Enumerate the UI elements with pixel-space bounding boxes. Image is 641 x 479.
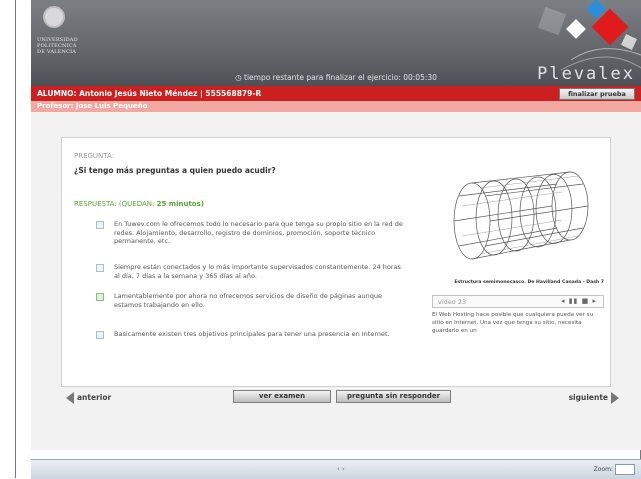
- option-text: Basicamente existen tres objetivos princ…: [114, 330, 390, 338]
- university-crest-icon: [43, 6, 65, 28]
- answer-option[interactable]: En Tuwev.com le ofrecemos todo lo necesa…: [96, 220, 403, 254]
- option-checkbox[interactable]: [96, 293, 104, 301]
- option-text: En Tuwev.com le ofrecemos todo lo necesa…: [114, 220, 403, 245]
- image-caption: Estructura semimonocasco. De Havilland C…: [454, 280, 604, 285]
- unanswered-question-button[interactable]: pregunta sin responder: [336, 390, 451, 403]
- student-bar: ALUMNO: Antonio Jesús Nieto Méndez | 555…: [31, 86, 641, 101]
- clock-icon: ◷: [235, 73, 242, 82]
- view-exam-button[interactable]: ver examen: [233, 390, 331, 403]
- zoom-select[interactable]: [615, 464, 635, 475]
- answer-option[interactable]: Basicamente existen tres objetivos princ…: [96, 330, 396, 350]
- scroll-arrows-icon[interactable]: ‹ ›: [337, 465, 345, 473]
- option-checkbox[interactable]: [96, 221, 104, 229]
- video-description: El Web Hosting hace posible que cualquie…: [432, 312, 594, 334]
- answer-option[interactable]: Lamentablemente por ahora no ofrecemos s…: [96, 292, 396, 312]
- option-checkbox[interactable]: [96, 264, 104, 272]
- answer-label: RESPUESTA: (QUEDAN: 25 minutos): [74, 200, 204, 208]
- question-label: PREGUNTA:: [74, 152, 115, 160]
- finish-test-button[interactable]: finalizar prueba: [559, 88, 635, 100]
- student-info: ALUMNO: Antonio Jesús Nieto Méndez | 555…: [37, 89, 262, 98]
- browser-statusbar: ‹ › Zoom:: [31, 459, 641, 479]
- app-header: UNIVERSIDAD POLITECNICA DE VALENCIA ◷ ti…: [31, 0, 641, 86]
- question-text: ¿Si tengo más preguntas a quien puedo ac…: [74, 166, 276, 175]
- professor-name: Profesor: Jose Luis Pequeño: [37, 102, 148, 110]
- option-text: Lamentablemente por ahora no ofrecemos s…: [114, 292, 382, 309]
- option-checkbox[interactable]: [96, 331, 104, 339]
- next-link[interactable]: siguiente: [569, 392, 619, 404]
- answer-option[interactable]: Siempre están conectados y lo más import…: [96, 263, 401, 283]
- video-controls-icon[interactable]: ◂ ▮▮ ■ ▸: [561, 297, 597, 305]
- option-text: Siempre están conectados y lo más import…: [114, 263, 401, 280]
- arrow-left-icon: [66, 392, 74, 404]
- video-player[interactable]: video 23 ◂ ▮▮ ■ ▸: [432, 295, 604, 308]
- brand-logo: Plevalex: [537, 64, 635, 84]
- video-label: video 23: [438, 298, 467, 306]
- university-name: UNIVERSIDAD POLITECNICA DE VALENCIA: [37, 37, 78, 55]
- fuselage-structure-image: [453, 171, 589, 260]
- professor-bar: Profesor: Jose Luis Pequeño: [31, 101, 641, 112]
- question-card: PREGUNTA: ¿Si tengo más preguntas a quie…: [61, 137, 611, 387]
- exam-panel: PREGUNTA: ¿Si tengo más preguntas a quie…: [31, 112, 641, 450]
- arrow-right-icon: [611, 392, 619, 404]
- zoom-label: Zoom:: [593, 466, 613, 473]
- previous-link[interactable]: anterior: [66, 392, 111, 404]
